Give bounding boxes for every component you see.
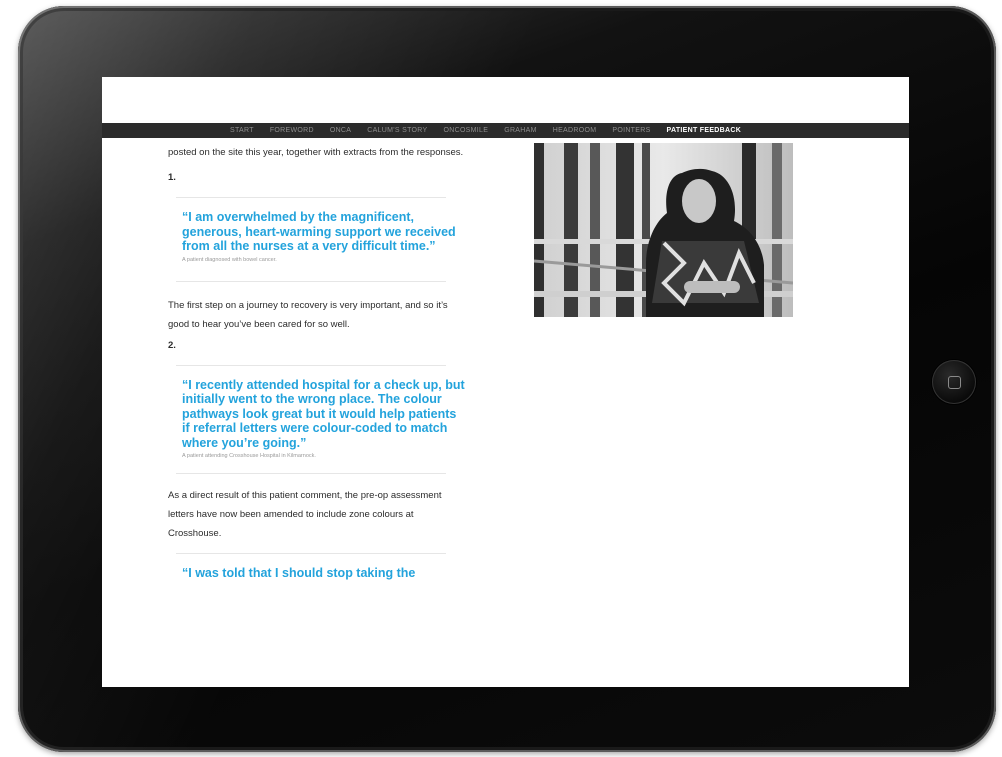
divider [176, 473, 446, 474]
divider [176, 280, 446, 282]
article-column: posted on the site this year, together w… [168, 143, 468, 581]
item-number-1: 1. [168, 172, 176, 183]
quote-attribution-2: A patient attending Crosshouse Hospital … [182, 453, 316, 459]
divider [176, 364, 446, 366]
divider [176, 197, 446, 198]
quote-attribution-1: A patient diagnosed with bowel cancer. [182, 256, 277, 263]
response-paragraph-1: The first step on a journey to recovery … [168, 299, 448, 330]
item-number-2: 2. [168, 339, 176, 351]
patient-photo [534, 143, 793, 317]
divider [176, 553, 446, 554]
nav-item-foreword[interactable]: FOREWORD [270, 127, 314, 134]
nav-item-start[interactable]: START [230, 127, 254, 134]
nav-item-headroom[interactable]: HEADROOM [553, 127, 597, 134]
nav-item-pointers[interactable]: POINTERS [612, 127, 650, 134]
nav-item-patient-feedback[interactable]: PATIENT FEEDBACK [667, 127, 742, 134]
pull-quote-3: “I was told that I should stop taking th… [182, 566, 416, 580]
intro-paragraph: posted on the site this year, together w… [168, 147, 464, 158]
pull-quote-1: “I am overwhelmed by the magnificent, ge… [182, 210, 456, 253]
nav-item-onca[interactable]: ONCA [330, 127, 351, 134]
nav-item-calums-story[interactable]: CALUM'S STORY [367, 127, 427, 134]
screen: START FOREWORD ONCA CALUM'S STORY ONCOSM… [102, 77, 909, 687]
pull-quote-2: “I recently attended hospital for a chec… [182, 377, 465, 450]
nav-item-oncosmile[interactable]: ONCOSMILE [443, 127, 488, 134]
response-paragraph-2: As a direct result of this patient comme… [168, 490, 442, 539]
nav-item-graham[interactable]: GRAHAM [504, 127, 537, 134]
home-button[interactable] [932, 360, 976, 404]
home-square-icon [947, 375, 961, 389]
top-nav-bar: START FOREWORD ONCA CALUM'S STORY ONCOSM… [102, 123, 909, 138]
